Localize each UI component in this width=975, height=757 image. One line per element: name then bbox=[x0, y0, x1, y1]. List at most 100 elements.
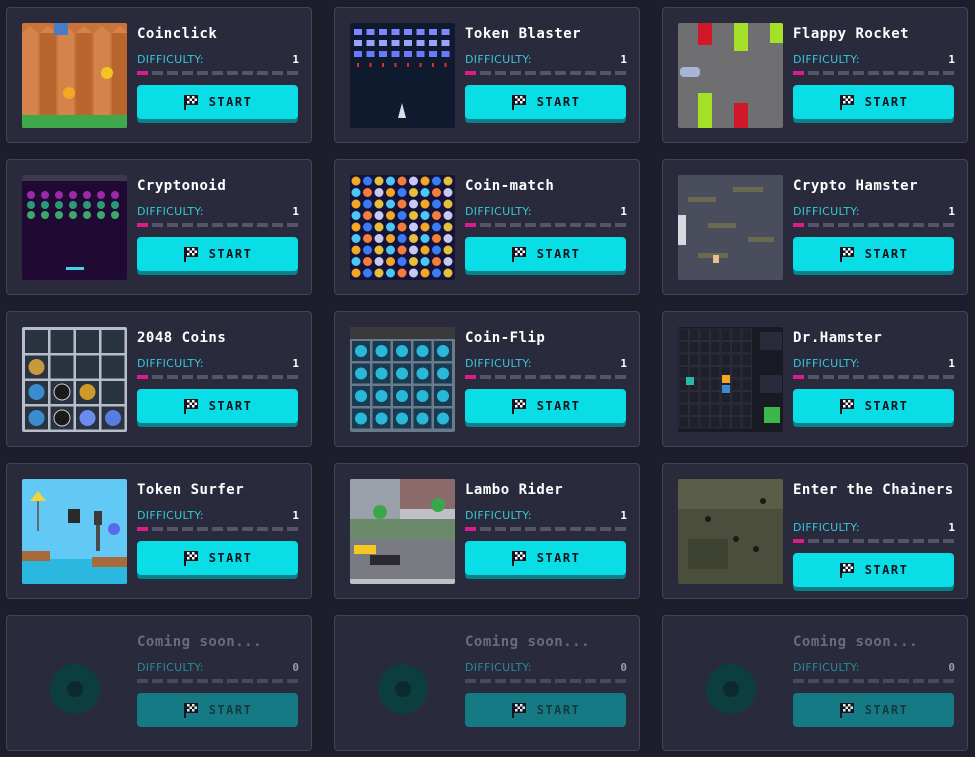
game-card: Coming soon... DIFFICULTY: 0 START bbox=[334, 615, 640, 751]
placeholder-lock-icon bbox=[378, 664, 428, 714]
game-card: Coin-Flip DIFFICULTY: 1 START bbox=[334, 311, 640, 447]
difficulty-bar-fill bbox=[137, 223, 148, 227]
tile-grid-coins-image bbox=[22, 327, 127, 432]
difficulty-bar-fill bbox=[793, 71, 804, 75]
start-button[interactable]: START bbox=[793, 237, 954, 271]
difficulty-bar-fill bbox=[137, 375, 148, 379]
difficulty-row: DIFFICULTY: 1 bbox=[793, 53, 955, 67]
difficulty-bar bbox=[465, 527, 627, 531]
game-title: Flappy Rocket bbox=[793, 26, 910, 42]
start-button[interactable]: START bbox=[465, 541, 626, 575]
checkered-flag-icon bbox=[839, 703, 854, 718]
game-title: Coin-match bbox=[465, 178, 555, 194]
start-button[interactable]: START bbox=[465, 85, 626, 119]
start-button[interactable]: START bbox=[137, 693, 298, 727]
game-thumbnail[interactable] bbox=[22, 327, 127, 432]
game-card: Cryptonoid DIFFICULTY: 1 START bbox=[6, 159, 312, 295]
start-button[interactable]: START bbox=[793, 85, 954, 119]
game-title: 2048 Coins bbox=[137, 330, 227, 346]
difficulty-row: DIFFICULTY: 1 bbox=[137, 205, 299, 219]
difficulty-label: DIFFICULTY: bbox=[465, 357, 532, 370]
difficulty-label: DIFFICULTY: bbox=[465, 205, 532, 218]
difficulty-label: DIFFICULTY: bbox=[793, 357, 860, 370]
start-button[interactable]: START bbox=[465, 389, 626, 423]
game-card: Token Blaster DIFFICULTY: 1 START bbox=[334, 7, 640, 143]
start-button[interactable]: START bbox=[465, 693, 626, 727]
difficulty-row: DIFFICULTY: 1 bbox=[137, 53, 299, 67]
start-button-label: START bbox=[536, 551, 581, 565]
game-title: Cryptonoid bbox=[137, 178, 227, 194]
game-card: Crypto Hamster DIFFICULTY: 1 START bbox=[662, 159, 968, 295]
games-grid: Coinclick DIFFICULTY: 1 START Token Blaster D… bbox=[0, 0, 975, 757]
game-card: Coin-match DIFFICULTY: 1 START bbox=[334, 159, 640, 295]
game-title: Lambo Rider bbox=[465, 482, 564, 498]
checkered-flag-icon bbox=[183, 95, 198, 110]
difficulty-label: DIFFICULTY: bbox=[137, 509, 204, 522]
checkered-flag-icon bbox=[511, 95, 526, 110]
difficulty-value: 1 bbox=[948, 357, 955, 370]
placeholder-lock-icon bbox=[50, 664, 100, 714]
game-thumbnail[interactable] bbox=[350, 327, 455, 432]
difficulty-value: 0 bbox=[620, 661, 627, 674]
game-thumbnail[interactable] bbox=[350, 175, 455, 280]
difficulty-row: DIFFICULTY: 1 bbox=[465, 205, 627, 219]
start-button-label: START bbox=[864, 399, 909, 413]
start-button[interactable]: START bbox=[137, 389, 298, 423]
difficulty-label: DIFFICULTY: bbox=[137, 205, 204, 218]
difficulty-row: DIFFICULTY: 1 bbox=[137, 509, 299, 523]
wooden-fence-coin-image bbox=[22, 23, 127, 128]
game-card: Enter the Chainers DIFFICULTY: 1 START bbox=[662, 463, 968, 599]
runner-sky-image bbox=[22, 479, 127, 584]
start-button[interactable]: START bbox=[465, 237, 626, 271]
game-thumbnail[interactable] bbox=[22, 479, 127, 584]
start-button[interactable]: START bbox=[137, 541, 298, 575]
game-card: Lambo Rider DIFFICULTY: 1 START bbox=[334, 463, 640, 599]
space-invaders-image bbox=[350, 23, 455, 128]
game-thumbnail[interactable] bbox=[350, 479, 455, 584]
difficulty-value: 1 bbox=[620, 53, 627, 66]
difficulty-bar-fill bbox=[465, 375, 476, 379]
start-button[interactable]: START bbox=[793, 693, 954, 727]
start-button-label: START bbox=[864, 247, 909, 261]
difficulty-value: 1 bbox=[948, 205, 955, 218]
game-thumbnail[interactable] bbox=[22, 23, 127, 128]
game-thumbnail[interactable] bbox=[678, 479, 783, 584]
difficulty-value: 1 bbox=[620, 357, 627, 370]
difficulty-value: 1 bbox=[620, 205, 627, 218]
start-button-label: START bbox=[864, 95, 909, 109]
difficulty-value: 1 bbox=[620, 509, 627, 522]
difficulty-bar bbox=[465, 71, 627, 75]
start-button[interactable]: START bbox=[793, 553, 954, 587]
game-thumbnail[interactable] bbox=[350, 23, 455, 128]
difficulty-bar-fill bbox=[465, 527, 476, 531]
game-thumbnail[interactable] bbox=[22, 175, 127, 280]
difficulty-row: DIFFICULTY: 1 bbox=[137, 357, 299, 371]
difficulty-value: 0 bbox=[948, 661, 955, 674]
difficulty-bar-fill bbox=[465, 71, 476, 75]
start-button[interactable]: START bbox=[793, 389, 954, 423]
difficulty-bar bbox=[793, 539, 955, 543]
difficulty-row: DIFFICULTY: 1 bbox=[465, 509, 627, 523]
difficulty-bar bbox=[137, 679, 299, 683]
city-street-image bbox=[350, 479, 455, 584]
game-thumbnail[interactable] bbox=[678, 175, 783, 280]
start-button-label: START bbox=[536, 703, 581, 717]
difficulty-value: 1 bbox=[292, 205, 299, 218]
game-thumbnail[interactable] bbox=[678, 23, 783, 128]
game-title: Coming soon... bbox=[465, 634, 591, 650]
game-card: 2048 Coins DIFFICULTY: 1 START bbox=[6, 311, 312, 447]
difficulty-label: DIFFICULTY: bbox=[793, 53, 860, 66]
memory-cards-image bbox=[350, 327, 455, 432]
difficulty-bar bbox=[137, 223, 299, 227]
start-button[interactable]: START bbox=[137, 85, 298, 119]
difficulty-value: 1 bbox=[292, 357, 299, 370]
game-thumbnail[interactable] bbox=[678, 327, 783, 432]
start-button[interactable]: START bbox=[137, 237, 298, 271]
difficulty-label: DIFFICULTY: bbox=[137, 357, 204, 370]
match-three-coins-image bbox=[350, 175, 455, 280]
checkered-flag-icon bbox=[839, 95, 854, 110]
difficulty-value: 1 bbox=[948, 521, 955, 534]
difficulty-value: 1 bbox=[948, 53, 955, 66]
difficulty-value: 1 bbox=[292, 53, 299, 66]
difficulty-row: DIFFICULTY: 1 bbox=[465, 357, 627, 371]
